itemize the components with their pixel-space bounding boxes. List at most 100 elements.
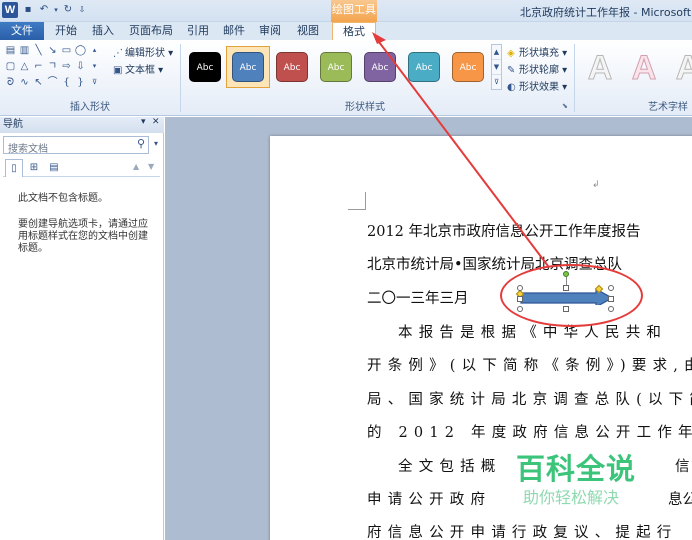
- dialog-launcher-icon[interactable]: ⬊: [562, 102, 568, 110]
- wordart-style-2[interactable]: A: [624, 48, 664, 88]
- shapes-gallery[interactable]: ▤ ▥ ╲ ↘ ▭ ◯ ▢ △ ⌐ ㄱ ⇨ ⇩ ᘐ ∿ ↖ ⌒ { } ▴ ▾ …: [4, 44, 102, 92]
- text-box-label: 文本框: [125, 65, 155, 76]
- rounded-rect-shape-icon[interactable]: ▢: [4, 60, 17, 73]
- nav-pane-title: 导航: [3, 119, 23, 130]
- tab-file[interactable]: 文件: [0, 22, 44, 40]
- tab-review[interactable]: 审阅: [254, 22, 286, 40]
- oval-shape-icon[interactable]: ◯: [74, 44, 87, 57]
- arrow-line-shape-icon[interactable]: ↘: [46, 44, 59, 57]
- paint-bucket-icon: ◈: [507, 48, 515, 59]
- ribbon: ▤ ▥ ╲ ↘ ▭ ◯ ▢ △ ⌐ ㄱ ⇨ ⇩ ᘐ ∿ ↖ ⌒ { } ▴ ▾ …: [0, 40, 692, 116]
- style-swatch-green[interactable]: Abc: [320, 52, 352, 82]
- doc-line-5[interactable]: 开条例》(以下简称《条例》)要求,由: [367, 354, 692, 375]
- text-box-button[interactable]: ▣ 文本框 ▾: [113, 61, 163, 76]
- shape-effects-button[interactable]: ◐ 形状效果 ▾: [507, 78, 567, 93]
- shape-styles-group-label: 形状样式: [345, 102, 385, 113]
- down-arrow-shape-icon[interactable]: ⇩: [74, 60, 87, 73]
- headings-view-icon[interactable]: ▯: [5, 159, 23, 177]
- triangle-shape-icon[interactable]: △: [18, 60, 31, 73]
- pen-icon: ✎: [507, 65, 516, 76]
- nav-options-icon[interactable]: ▾: [141, 117, 146, 127]
- right-brace-shape-icon[interactable]: }: [74, 76, 87, 89]
- style-swatch-orange[interactable]: Abc: [452, 52, 484, 82]
- vertical-textbox-shape-icon[interactable]: ▥: [18, 44, 31, 57]
- doc-line-6[interactable]: 局、国家统计局北京调查总队(以下简: [367, 388, 692, 409]
- previous-heading-icon[interactable]: ▲: [133, 162, 139, 171]
- doc-line-9-tail[interactable]: 息公: [668, 488, 692, 509]
- wordart-style-3[interactable]: A: [668, 48, 692, 88]
- doc-line-8[interactable]: 全文包括概: [398, 455, 502, 476]
- window-title: 北京政府统计工作年报 - Microsoft W: [520, 6, 692, 19]
- title-bar: W ▪ ↶ ▾ ↻ ⇩ 绘图工具 北京政府统计工作年报 - Microsoft …: [0, 0, 692, 22]
- tab-references[interactable]: 引用: [182, 22, 214, 40]
- tab-format[interactable]: 格式: [332, 22, 376, 40]
- style-swatch-black[interactable]: Abc: [189, 52, 221, 82]
- elbow-connector-shape-icon[interactable]: ⌐: [32, 60, 45, 73]
- connector-shape-icon[interactable]: ㄱ: [46, 60, 59, 73]
- insert-shapes-group-label: 插入形状: [70, 102, 110, 113]
- gallery-more-icon[interactable]: ⊽: [492, 75, 501, 90]
- search-input[interactable]: 搜索文档: [3, 136, 149, 155]
- textbox-shape-icon[interactable]: ▤: [4, 44, 17, 57]
- doc-line-1[interactable]: 2012 年北京市政府信息公开工作年度报告: [367, 220, 641, 241]
- line-shape-icon[interactable]: ╲: [32, 44, 45, 57]
- doc-line-7[interactable]: 的 2012 年度政府信息公开工作年度报: [367, 421, 692, 442]
- scribble-shape-icon[interactable]: ↖: [32, 76, 45, 89]
- doc-line-4[interactable]: 本报告是根据《中华人民共和: [398, 321, 667, 342]
- right-arrow-shape-icon[interactable]: ⇨: [60, 60, 73, 73]
- nav-hint-line-3: 标题。: [18, 243, 48, 254]
- nav-pane-header: 导航: [0, 117, 164, 133]
- shape-fill-button[interactable]: ◈ 形状填充 ▾: [507, 44, 567, 59]
- annotation-highlight-ellipse: [500, 264, 643, 327]
- tab-page-layout[interactable]: 页面布局: [124, 22, 178, 40]
- customize-quick-access-icon[interactable]: ⇩: [76, 4, 88, 16]
- tab-home[interactable]: 开始: [50, 22, 82, 40]
- nav-hint-line-1: 要创建导航选项卡，请通过应: [18, 219, 148, 230]
- gallery-down-icon[interactable]: ▼: [492, 60, 501, 75]
- rectangle-shape-icon[interactable]: ▭: [60, 44, 73, 57]
- doc-line-9[interactable]: 申请公开政府: [367, 488, 491, 509]
- wordart-style-1[interactable]: A: [580, 48, 620, 88]
- curve-shape-icon[interactable]: ∿: [18, 76, 31, 89]
- style-swatch-aqua[interactable]: Abc: [408, 52, 440, 82]
- group-divider: [180, 44, 181, 112]
- shape-effects-icon: ◐: [507, 82, 516, 93]
- search-icon[interactable]: ⚲: [137, 137, 145, 150]
- freeform-shape-icon[interactable]: ᘐ: [4, 76, 17, 89]
- doc-line-3[interactable]: 二〇一三年三月: [367, 287, 469, 308]
- tab-insert[interactable]: 插入: [86, 22, 120, 40]
- shapes-scroll-down-icon[interactable]: ▾: [88, 60, 101, 73]
- left-brace-shape-icon[interactable]: {: [60, 76, 73, 89]
- nav-hint-line-2: 用标题样式在您的文档中创建: [18, 231, 148, 242]
- pages-view-icon[interactable]: ⊞: [25, 159, 43, 177]
- next-heading-icon[interactable]: ▼: [148, 162, 154, 171]
- shape-outline-button[interactable]: ✎ 形状轮廓 ▾: [507, 61, 567, 76]
- word-app-icon[interactable]: W: [2, 2, 18, 18]
- edit-shape-icon: ⋰: [113, 48, 123, 59]
- gallery-up-icon[interactable]: ▲: [492, 45, 501, 60]
- search-options-icon[interactable]: ▾: [154, 139, 158, 148]
- shapes-more-icon[interactable]: ⊽: [88, 76, 101, 89]
- doc-line-8-tail[interactable]: 信: [675, 455, 690, 476]
- style-gallery-scroll[interactable]: ▲ ▼ ⊽: [491, 44, 502, 90]
- style-swatch-purple[interactable]: Abc: [364, 52, 396, 82]
- edit-shape-button[interactable]: ⋰ 编辑形状 ▾: [113, 44, 173, 59]
- shapes-scroll-up-icon[interactable]: ▴: [88, 44, 101, 57]
- save-icon[interactable]: ▪: [22, 4, 34, 16]
- text-box-icon: ▣: [113, 65, 123, 76]
- paragraph-mark: ↲: [592, 180, 600, 190]
- style-swatch-red[interactable]: Abc: [276, 52, 308, 82]
- edit-shape-label: 编辑形状: [125, 48, 165, 59]
- redo-icon[interactable]: ↻: [62, 4, 74, 16]
- tab-view[interactable]: 视图: [290, 22, 326, 40]
- arc-shape-icon[interactable]: ⌒: [46, 76, 59, 89]
- group-divider: [574, 44, 575, 112]
- style-swatch-blue[interactable]: Abc: [232, 52, 264, 82]
- wordart-group-label: 艺术字样: [648, 102, 688, 113]
- close-icon[interactable]: ✕: [152, 117, 160, 127]
- tab-mailings[interactable]: 邮件: [218, 22, 250, 40]
- undo-dropdown-icon[interactable]: ▾: [50, 4, 62, 16]
- doc-line-10[interactable]: 府信息公开申请行政复议、提起行: [367, 521, 678, 540]
- results-view-icon[interactable]: ▤: [45, 159, 63, 177]
- undo-icon[interactable]: ↶: [38, 4, 50, 16]
